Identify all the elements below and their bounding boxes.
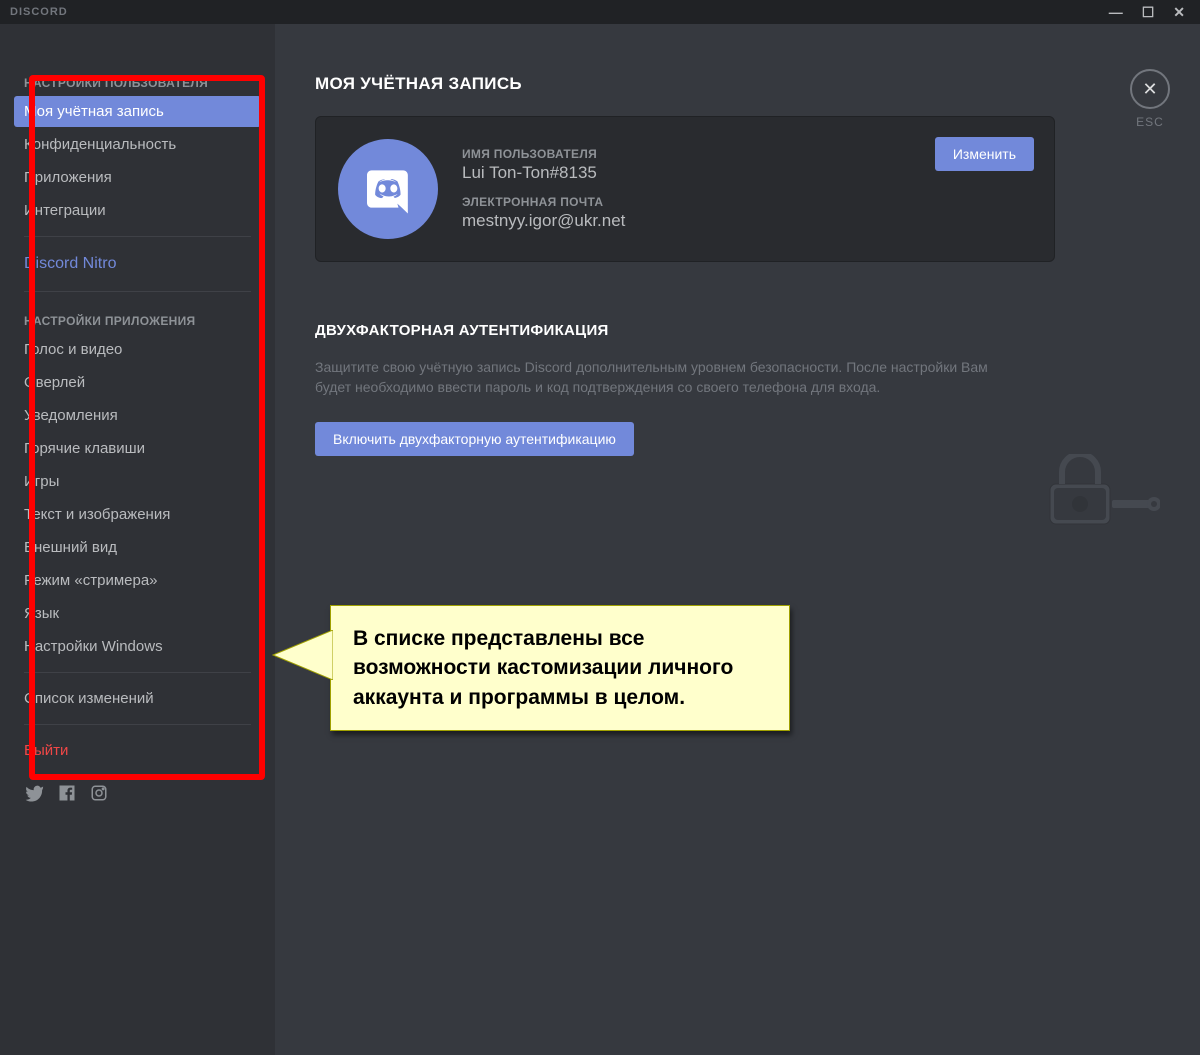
sidebar-item-overlay[interactable]: Оверлей xyxy=(14,367,261,398)
sidebar-item-changelog[interactable]: Список изменений xyxy=(14,683,261,714)
lock-illustration xyxy=(1040,454,1160,539)
settings-sidebar: НАСТРОЙКИ ПОЛЬЗОВАТЕЛЯ Моя учётная запис… xyxy=(0,24,275,1055)
annotation-callout: В списке представлены все возможности ка… xyxy=(330,605,790,731)
two-factor-description: Защитите свою учётную запись Discord доп… xyxy=(315,357,1015,398)
callout-text: В списке представлены все возможности ка… xyxy=(353,627,733,709)
enable-2fa-button[interactable]: Включить двухфакторную аутентификацию xyxy=(315,422,634,456)
sidebar-item-windows[interactable]: Настройки Windows xyxy=(14,631,261,662)
divider xyxy=(24,672,251,673)
close-icon[interactable]: ✕ xyxy=(1130,69,1170,109)
account-card: ИМЯ ПОЛЬЗОВАТЕЛЯ Lui Ton-Ton#8135 ЭЛЕКТР… xyxy=(315,116,1055,262)
titlebar: DISCORD — ☐ ✕ xyxy=(0,0,1200,24)
app-name: DISCORD xyxy=(10,6,68,18)
discord-logo-icon xyxy=(360,161,416,217)
twitter-icon[interactable] xyxy=(24,784,44,809)
sidebar-item-privacy[interactable]: Конфиденциальность xyxy=(14,129,261,160)
window-controls: — ☐ ✕ xyxy=(1109,4,1196,21)
sidebar-item-games[interactable]: Игры xyxy=(14,466,261,497)
close-window-icon[interactable]: ✕ xyxy=(1173,4,1186,21)
sidebar-item-account[interactable]: Моя учётная запись xyxy=(14,96,261,127)
sidebar-item-nitro[interactable]: Discord Nitro xyxy=(14,247,261,281)
minimize-icon[interactable]: — xyxy=(1109,4,1124,21)
sidebar-section-app: НАСТРОЙКИ ПРИЛОЖЕНИЯ xyxy=(14,302,261,334)
two-factor-section: ДВУХФАКТОРНАЯ АУТЕНТИФИКАЦИЯ Защитите св… xyxy=(315,322,1015,456)
sidebar-item-text-images[interactable]: Текст и изображения xyxy=(14,499,261,530)
sidebar-item-language[interactable]: Язык xyxy=(14,598,261,629)
app-body: НАСТРОЙКИ ПОЛЬЗОВАТЕЛЯ Моя учётная запис… xyxy=(0,24,1200,1055)
sidebar-section-user: НАСТРОЙКИ ПОЛЬЗОВАТЕЛЯ xyxy=(14,64,261,96)
edit-account-button[interactable]: Изменить xyxy=(935,137,1034,171)
sidebar-item-integrations[interactable]: Интеграции xyxy=(14,195,261,226)
esc-label: ESC xyxy=(1136,115,1164,129)
two-factor-title: ДВУХФАКТОРНАЯ АУТЕНТИФИКАЦИЯ xyxy=(315,322,1015,339)
settings-main: ✕ ESC МОЯ УЧЁТНАЯ ЗАПИСЬ ИМЯ ПОЛЬЗОВАТЕЛ… xyxy=(275,24,1200,1055)
divider xyxy=(24,724,251,725)
close-settings-button[interactable]: ✕ ESC xyxy=(1130,69,1170,129)
sidebar-item-logout[interactable]: Выйти xyxy=(14,735,261,766)
facebook-icon[interactable] xyxy=(58,784,76,809)
sidebar-item-streamer[interactable]: Режим «стримера» xyxy=(14,565,261,596)
instagram-icon[interactable] xyxy=(90,784,108,809)
sidebar-item-apps[interactable]: Приложения xyxy=(14,162,261,193)
email-label: ЭЛЕКТРОННАЯ ПОЧТА xyxy=(462,195,1032,209)
social-links xyxy=(14,768,261,825)
email-value: mestnyy.igor@ukr.net xyxy=(462,211,1032,231)
maximize-icon[interactable]: ☐ xyxy=(1142,4,1156,21)
sidebar-item-voice[interactable]: Голос и видео xyxy=(14,334,261,365)
page-title: МОЯ УЧЁТНАЯ ЗАПИСЬ xyxy=(315,74,1140,94)
sidebar-item-notifications[interactable]: Уведомления xyxy=(14,400,261,431)
avatar[interactable] xyxy=(338,139,438,239)
divider xyxy=(24,291,251,292)
sidebar-item-appearance[interactable]: Внешний вид xyxy=(14,532,261,563)
sidebar-item-hotkeys[interactable]: Горячие клавиши xyxy=(14,433,261,464)
divider xyxy=(24,236,251,237)
